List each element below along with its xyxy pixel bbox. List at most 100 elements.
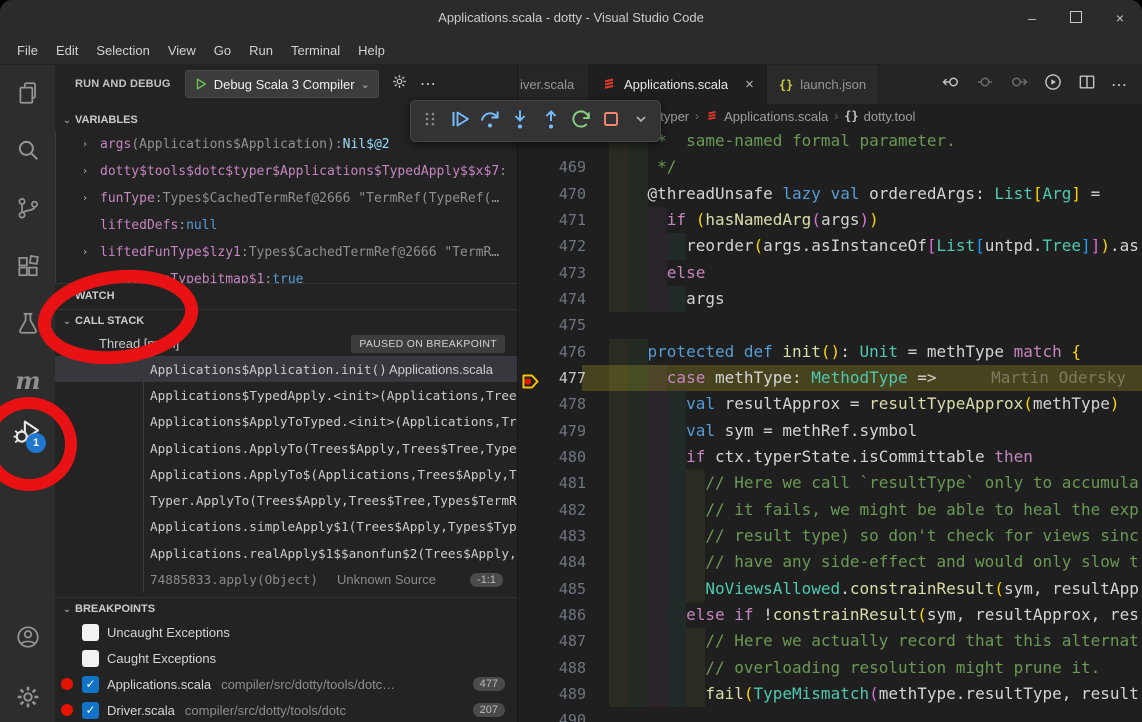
restart-button[interactable] xyxy=(568,106,594,136)
breakpoints-section-header[interactable]: ⌄ BREAKPOINTS xyxy=(55,597,517,620)
debug-config-dropdown[interactable]: Debug Scala 3 Compiler ⌄ xyxy=(185,70,379,98)
breadcrumb-separator: › xyxy=(695,109,699,123)
activity-test-flask-icon[interactable] xyxy=(14,309,42,337)
variables-list: ›args (Applications$Application): Nil$@2… xyxy=(55,131,517,283)
activity-settings-gear-icon[interactable] xyxy=(14,683,42,711)
call-stack-section-header[interactable]: ⌄ CALL STACK xyxy=(55,309,517,332)
breakpoint-label: Uncaught Exceptions xyxy=(107,625,230,640)
line-number: 471 xyxy=(518,207,609,233)
variable-name: liftedFunType$lzy1 xyxy=(100,245,241,260)
nav-forward-icon[interactable] xyxy=(1009,72,1029,97)
call-stack-frame[interactable]: Applications.realApply$1$$anonfun$2(Tree… xyxy=(55,540,517,566)
activity-extensions-icon[interactable] xyxy=(14,252,42,280)
activity-files-icon[interactable] xyxy=(14,79,42,107)
breakpoint-row[interactable]: ✓Applications.scalacompiler/src/dotty/to… xyxy=(55,671,517,697)
call-stack-frame[interactable]: Applications$ApplyToTyped.<init>(Applica… xyxy=(55,409,517,435)
variable-row[interactable]: ›liftedFunType$lzy1: Types$CachedTermRef… xyxy=(55,239,517,266)
variable-type: (Applications$Application): xyxy=(131,137,342,152)
breakpoint-checkbox[interactable]: ✓ xyxy=(82,702,99,719)
breakpoint-row[interactable]: Uncaught Exceptions xyxy=(55,619,517,645)
nav-forward-icon xyxy=(1009,72,1029,97)
step-out-button[interactable] xyxy=(538,106,564,136)
variable-row[interactable]: ›funType: Types$CachedTermRef@2666 "Term… xyxy=(55,185,517,212)
menu-item-help[interactable]: Help xyxy=(349,40,394,61)
call-stack-frame[interactable]: Applications$TypedApply.<init>(Applicati… xyxy=(55,382,517,408)
more-actions-icon[interactable]: ⋯ xyxy=(1111,75,1128,95)
line-number: 488 xyxy=(518,655,609,681)
call-stack-frame[interactable]: 74885833.apply(Object)Unknown Source-1:1 xyxy=(55,566,517,592)
start-debug-icon[interactable] xyxy=(194,77,208,91)
line-number: 482 xyxy=(518,497,609,523)
call-stack-frame[interactable]: Typer.ApplyTo(Trees$Apply,Trees$Tree,Typ… xyxy=(55,487,517,513)
frame-label: 74885833.apply(Object) xyxy=(150,572,318,587)
watch-section-header[interactable]: › WATCH xyxy=(55,283,517,308)
maximize-button[interactable] xyxy=(1054,10,1098,26)
breakpoint-checkbox[interactable]: ✓ xyxy=(82,676,99,693)
breakpoint-row[interactable]: ✓Driver.scalacompiler/src/dotty/tools/do… xyxy=(55,697,517,722)
tree-indent-guide xyxy=(143,356,144,382)
sidebar-header: RUN AND DEBUG Debug Scala 3 Compiler ⌄ ⋯ xyxy=(55,65,517,103)
breakpoints-section-title: BREAKPOINTS xyxy=(75,603,155,615)
step-into-button[interactable] xyxy=(507,106,533,136)
breadcrumb-item[interactable]: {}dotty.tool xyxy=(844,109,915,124)
breakpoint-dot-icon xyxy=(61,652,73,664)
split-editor-icon[interactable] xyxy=(1077,72,1097,97)
menu-item-file[interactable]: File xyxy=(8,40,47,61)
breadcrumb-item[interactable]: typer xyxy=(660,109,689,124)
breakpoint-checkbox[interactable] xyxy=(82,624,99,641)
thread-row[interactable]: Thread [main] PAUSED ON BREAKPOINT xyxy=(55,331,517,356)
variable-value: Nil$@2 xyxy=(343,137,390,152)
chevron-down-icon xyxy=(629,107,653,136)
tab-applications-scala[interactable]: Applications.scala × xyxy=(589,65,767,104)
menu-item-edit[interactable]: Edit xyxy=(47,40,87,61)
call-stack-frame[interactable]: Applications.ApplyTo(Trees$Apply,Trees$T… xyxy=(55,435,517,461)
step-over-button[interactable] xyxy=(477,106,503,136)
continue-button[interactable] xyxy=(447,106,473,136)
activity-metals-icon[interactable]: m xyxy=(14,367,42,395)
chevron-down-button[interactable] xyxy=(628,106,654,136)
call-stack-frame[interactable]: Applications.simpleApply$1(Trees$Apply,T… xyxy=(55,514,517,540)
nav-back-icon[interactable] xyxy=(941,72,961,97)
call-stack-frame[interactable]: Applications.ApplyTo$(Applications,Trees… xyxy=(55,461,517,487)
menu-item-run[interactable]: Run xyxy=(240,40,282,61)
nav-circle-icon[interactable] xyxy=(975,72,995,97)
code-text: // have any side-effect and would only s… xyxy=(609,552,1139,571)
menu-item-selection[interactable]: Selection xyxy=(87,40,158,61)
views-more-actions[interactable]: ⋯ xyxy=(420,74,437,94)
minimize-button[interactable]: – xyxy=(1010,10,1054,26)
code-line: 490 xyxy=(518,707,1142,722)
variable-row[interactable]: ›dotty$tools$dotc$typer$Applications$Typ… xyxy=(55,158,517,185)
menu-item-view[interactable]: View xyxy=(159,40,205,61)
code-text: */ xyxy=(609,157,676,176)
variable-value: Types$CachedTermRef@2666 "TermR… xyxy=(249,245,499,260)
line-number: 470 xyxy=(518,181,609,207)
code-text: val sym = methRef.symbol xyxy=(609,421,917,440)
breakpoint-row[interactable]: Caught Exceptions xyxy=(55,645,517,671)
code-text: if ctx.typerState.isCommittable then xyxy=(609,447,1033,466)
variable-name: args xyxy=(100,137,131,152)
chevron-down-icon: ⌄ xyxy=(59,604,75,615)
variable-row[interactable]: liftedFunTypebitmap$1: true xyxy=(55,266,517,283)
stop-button[interactable] xyxy=(598,106,624,136)
call-stack-frame[interactable]: Applications$Application.init()Applicati… xyxy=(55,356,517,382)
code-editor[interactable]: * same-named formal parameter.469 */470 … xyxy=(518,128,1142,722)
tab-launch-json[interactable]: {}launch.json xyxy=(767,65,879,104)
menu-item-go[interactable]: Go xyxy=(205,40,240,61)
activity-account-icon[interactable] xyxy=(14,623,42,651)
breadcrumb-item[interactable]: Applications.scala xyxy=(705,108,828,125)
variable-row[interactable]: liftedDefs: null xyxy=(55,212,517,239)
close-icon[interactable]: × xyxy=(745,76,754,93)
debug-settings-gear-icon[interactable] xyxy=(391,73,408,95)
tab-iver-scala[interactable]: iver.scala xyxy=(518,65,589,104)
activity-source-control-icon[interactable] xyxy=(14,194,42,222)
close-button[interactable]: × xyxy=(1098,10,1142,26)
extensions-icon xyxy=(15,253,41,279)
frame-label: Typer.ApplyTo(Trees$Apply,Trees$Tree,Typ… xyxy=(150,493,517,508)
run-circle-icon[interactable] xyxy=(1043,72,1063,97)
tab-label: Applications.scala xyxy=(624,77,728,92)
activity-search-icon[interactable] xyxy=(14,136,42,164)
breadcrumb-label: typer xyxy=(660,109,689,124)
menu-item-terminal[interactable]: Terminal xyxy=(282,40,349,61)
breakpoint-checkbox[interactable] xyxy=(82,650,99,667)
code-text: // result type) so don't check for views… xyxy=(609,526,1139,545)
